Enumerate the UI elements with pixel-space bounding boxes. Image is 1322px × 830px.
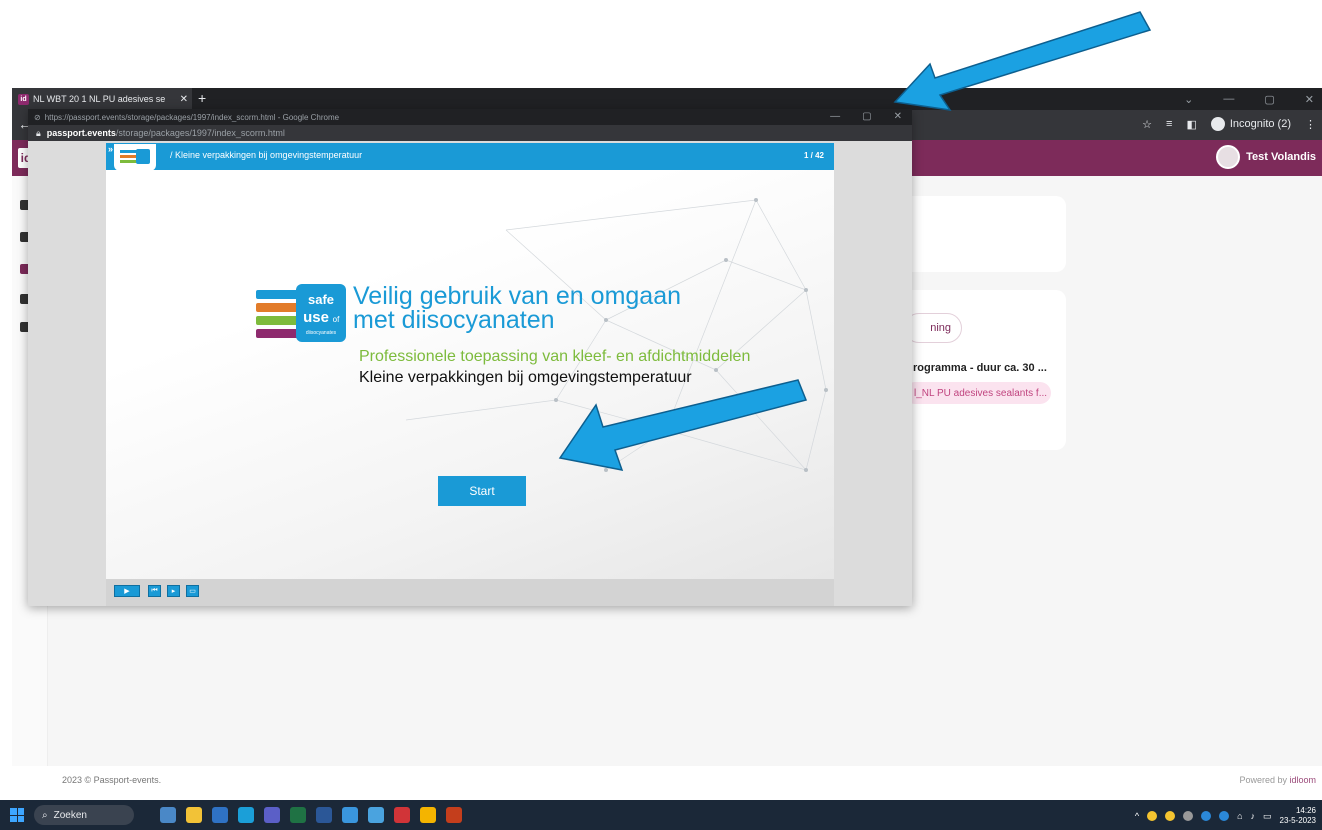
popup-close-icon[interactable]: ✕ [894, 111, 902, 122]
search-icon: ⌕ [42, 809, 48, 821]
start-button[interactable]: Start [438, 476, 526, 506]
status-pill[interactable]: ning [904, 313, 962, 343]
scorm-header: » / Kleine verpakkingen bij omgevingstem… [106, 143, 834, 171]
widgets-icon[interactable] [160, 807, 176, 823]
slide-title: / Kleine verpakkingen bij omgevingstempe… [170, 150, 363, 160]
logo-use-text: use [303, 309, 329, 326]
browser-tab-bar: id NL WBT 20 1 NL PU adesives se ✕ + ⌄ —… [12, 88, 1322, 110]
clock-date: 23-5-2023 [1279, 816, 1316, 825]
menu-toggle-icon[interactable]: » [108, 144, 113, 154]
first-slide-icon[interactable]: ⏮ [148, 585, 161, 597]
menu-icon[interactable]: ⋮ [1305, 118, 1316, 131]
header-logo [114, 144, 156, 171]
slide-counter: 1 / 42 [803, 151, 824, 160]
system-tray: ^ ⌂ ♪ ▭ 14:26 23-5-2023 [1135, 806, 1316, 826]
app-icon[interactable] [342, 807, 358, 823]
bookmark-star-icon[interactable]: ☆ [1142, 118, 1152, 131]
course-main-title: Veilig gebruik van en omgaan met diisocy… [353, 282, 773, 334]
windows-start-icon[interactable] [10, 808, 24, 822]
safe-use-logo: safe use of diisocyanates [256, 284, 346, 342]
popup-title: https://passport.events/storage/packages… [44, 112, 340, 122]
url-path: /storage/packages/1997/index_scorm.html [115, 128, 285, 138]
tray-app-icon[interactable] [1219, 811, 1230, 821]
incognito-indicator[interactable]: Incognito (2) [1210, 117, 1291, 131]
captions-icon[interactable]: ▭ [186, 585, 199, 597]
footer-powered-text: Powered by [1239, 775, 1290, 785]
small-logo-icon [120, 149, 150, 164]
clock[interactable]: 14:26 23-5-2023 [1280, 806, 1316, 826]
scorm-player: » / Kleine verpakkingen bij omgevingstem… [106, 143, 834, 579]
tab-favicon-icon: id [18, 93, 29, 105]
network-icon[interactable]: ⌂ [1237, 811, 1242, 821]
popup-window-controls: — ▢ ✕ [830, 111, 902, 122]
tray-chevron-icon[interactable]: ^ [1135, 811, 1139, 821]
side-panel-icon[interactable]: ◧ [1186, 118, 1196, 131]
avatar [1216, 145, 1241, 169]
edge-icon[interactable] [238, 807, 254, 823]
popup-minimize-icon[interactable]: — [830, 111, 840, 122]
popup-url-bar[interactable]: 🔒︎ passport.events/storage/packages/1997… [28, 125, 912, 141]
excel-icon[interactable] [290, 807, 306, 823]
logo-diisocyanates-text: diisocyanates [306, 330, 337, 336]
windows-taskbar: ⌕ Zoeken ^ ⌂ ♪ ▭ 14:26 23-5-2023 [0, 800, 1322, 830]
footer-copyright: 2023 © Passport-events. [62, 775, 162, 785]
lock-icon: 🔒︎ [36, 127, 41, 138]
main-title-line1: Veilig gebruik van en omgaan [353, 282, 682, 310]
chrome-icon[interactable] [420, 807, 436, 823]
clock-time: 14:26 [1295, 806, 1316, 815]
footer-brand-link[interactable]: idloom [1289, 775, 1316, 785]
pdf-icon[interactable] [394, 807, 410, 823]
logo-safe-text: safe [308, 292, 334, 307]
course-tag[interactable]: l_NL PU adesives sealants f... [904, 382, 1051, 404]
reading-list-icon[interactable]: ≡ [1166, 118, 1172, 130]
incognito-label: Incognito (2) [1229, 118, 1291, 130]
volume-icon[interactable]: ♪ [1251, 811, 1256, 821]
close-window-icon[interactable]: ✕ [1305, 93, 1314, 106]
minimize-icon[interactable]: — [1223, 93, 1234, 105]
tray-app-icon[interactable] [1183, 811, 1194, 821]
next-slide-icon[interactable]: ▸ [167, 585, 180, 597]
popup-maximize-icon[interactable]: ▢ [862, 111, 871, 122]
battery-icon[interactable]: ▭ [1263, 811, 1272, 822]
tab-title: NL WBT 20 1 NL PU adesives se [33, 94, 166, 104]
incognito-icon [1210, 117, 1225, 131]
play-icon[interactable]: ▶ [114, 585, 140, 597]
search-label: Zoeken [53, 809, 87, 821]
tab-close-icon[interactable]: ✕ [180, 94, 188, 105]
file-explorer-icon[interactable] [186, 807, 202, 823]
toolbar-actions: ☆ ≡ ◧ Incognito (2) ⋮ [1142, 117, 1316, 131]
cloud-icon[interactable] [1201, 811, 1212, 821]
browser-tab[interactable]: id NL WBT 20 1 NL PU adesives se ✕ [12, 88, 192, 110]
powerpoint-icon[interactable] [446, 807, 462, 823]
maximize-icon[interactable]: ▢ [1264, 93, 1274, 106]
popup-info-icon: ⊘ [34, 112, 41, 122]
globe-icon[interactable] [368, 807, 384, 823]
teams-icon[interactable] [264, 807, 280, 823]
main-title-line2: met diisocyanaten [353, 306, 555, 334]
tab-search-icon[interactable]: ⌄ [1184, 93, 1193, 106]
logo-of-text: of [333, 315, 340, 324]
word-icon[interactable] [316, 807, 332, 823]
program-title: rogramma - duur ca. 30 ... [913, 362, 1047, 374]
popup-title-bar: ⊘ https://passport.events/storage/packag… [28, 109, 912, 125]
scorm-controls: ▶ ⏮ ▸ ▭ [106, 579, 834, 606]
window-controls: ⌄ — ▢ ✕ [1184, 88, 1322, 110]
outlook-icon[interactable] [212, 807, 228, 823]
new-tab-icon[interactable]: + [198, 90, 206, 106]
user-name: Test Volandis [1246, 151, 1316, 163]
tray-app-icon[interactable] [1147, 811, 1158, 821]
taskbar-apps [160, 807, 462, 823]
subtitle-packaging: Kleine verpakkingen bij omgevingstempera… [359, 369, 692, 386]
user-menu[interactable]: Test Volandis [1216, 145, 1316, 169]
footer-powered: Powered by idloom [1239, 775, 1316, 785]
tray-app-icon[interactable] [1165, 811, 1176, 821]
taskbar-search[interactable]: ⌕ Zoeken [34, 805, 134, 825]
url-host: passport.events [46, 128, 116, 138]
subtitle-application: Professionele toepassing van kleef- en a… [359, 348, 751, 365]
slide-content: safe use of diisocyanates Veilig gebruik… [106, 170, 834, 579]
